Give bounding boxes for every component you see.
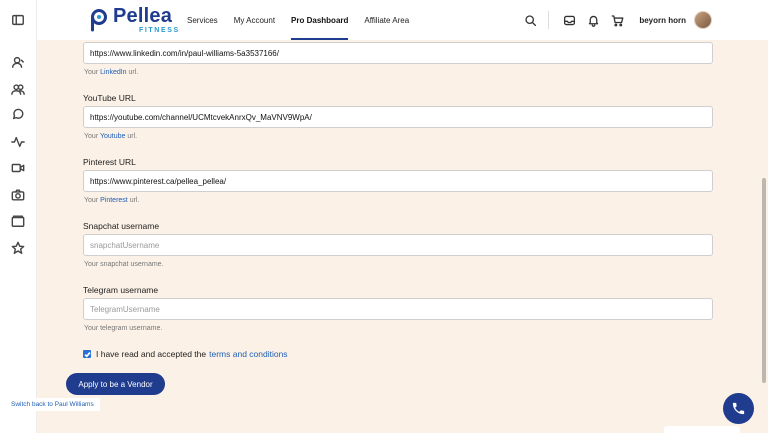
snapchat-help: Your snapchat username. <box>84 261 164 268</box>
linkedin-help: Your LinkedIn url. <box>84 69 138 76</box>
youtube-url-input[interactable]: https://youtube.com/channel/UCMtcvekAnrx… <box>83 106 713 128</box>
user-icon[interactable] <box>10 54 26 70</box>
youtube-help: Your Youtube url. <box>84 133 137 140</box>
main-nav: Services My Account Pro Dashboard Affili… <box>187 0 425 40</box>
terms-link[interactable]: terms and conditions <box>209 349 287 359</box>
nav-pro-dashboard[interactable]: Pro Dashboard <box>291 0 349 40</box>
search-icon[interactable] <box>522 12 538 28</box>
help-prefix: Your <box>84 69 99 76</box>
linkedin-help-link[interactable]: LinkedIn <box>100 69 126 76</box>
logo-name: Pellea <box>113 5 173 27</box>
help-prefix: Your <box>84 133 99 140</box>
pinterest-help-link[interactable]: Pinterest <box>100 197 128 204</box>
phone-icon <box>732 402 745 415</box>
apply-vendor-button[interactable]: Apply to be a Vendor <box>66 373 165 395</box>
star-icon[interactable] <box>10 240 26 256</box>
scrollbar[interactable] <box>762 178 766 383</box>
snapchat-username-input[interactable]: snapchatUsername <box>83 234 713 256</box>
telegram-label: Telegram username <box>83 285 159 295</box>
youtube-label: YouTube URL <box>83 93 136 103</box>
cart-icon[interactable] <box>609 12 625 28</box>
bottom-card <box>664 426 740 433</box>
video-icon[interactable] <box>10 160 26 176</box>
header-actions: beyorn horn <box>522 0 768 40</box>
help-suffix: url. <box>129 197 140 204</box>
terms-row: I have read and accepted the terms and c… <box>83 349 288 359</box>
sidebar-toggle-icon[interactable] <box>10 12 26 28</box>
top-header: Pellea FITNESS Services My Account Pro D… <box>37 0 768 40</box>
users-icon[interactable] <box>10 81 26 97</box>
activity-icon[interactable] <box>10 134 26 150</box>
folder-icon[interactable] <box>10 213 26 229</box>
camera-icon[interactable] <box>10 187 26 203</box>
telegram-username-input[interactable]: TelegramUsername <box>83 298 713 320</box>
telegram-help: Your telegram username. <box>84 325 163 332</box>
help-suffix: url. <box>127 133 138 140</box>
nav-services[interactable]: Services <box>187 0 218 40</box>
left-icon-rail <box>0 0 37 433</box>
youtube-help-link[interactable]: Youtube <box>100 133 125 140</box>
help-prefix: Your <box>84 197 99 204</box>
pellea-logo[interactable]: Pellea FITNESS <box>85 5 180 34</box>
help-suffix: url. <box>128 69 139 76</box>
call-button[interactable] <box>723 393 754 424</box>
header-divider <box>548 11 550 29</box>
pinterest-label: Pinterest URL <box>83 157 136 167</box>
logo-subtitle: FITNESS <box>139 27 180 34</box>
pinterest-url-input[interactable]: https://www.pinterest.ca/pellea_pellea/ <box>83 170 713 192</box>
switch-back-link[interactable]: Switch back to Paul Williams <box>5 398 100 411</box>
avatar[interactable] <box>694 11 712 29</box>
inbox-icon[interactable] <box>561 12 577 28</box>
terms-checkbox[interactable] <box>83 350 91 358</box>
linkedin-url-input[interactable]: https://www.linkedin.com/in/paul-william… <box>83 42 713 64</box>
pinterest-help: Your Pinterest url. <box>84 197 139 204</box>
user-name[interactable]: beyorn horn <box>639 16 686 25</box>
pellea-logo-mark-icon <box>91 9 107 32</box>
snapchat-label: Snapchat username <box>83 221 160 231</box>
nav-affiliate-area[interactable]: Affiliate Area <box>364 0 409 40</box>
nav-my-account[interactable]: My Account <box>234 0 275 40</box>
chat-icon[interactable] <box>10 107 26 123</box>
bell-icon[interactable] <box>585 12 601 28</box>
terms-text: I have read and accepted the <box>96 349 207 359</box>
